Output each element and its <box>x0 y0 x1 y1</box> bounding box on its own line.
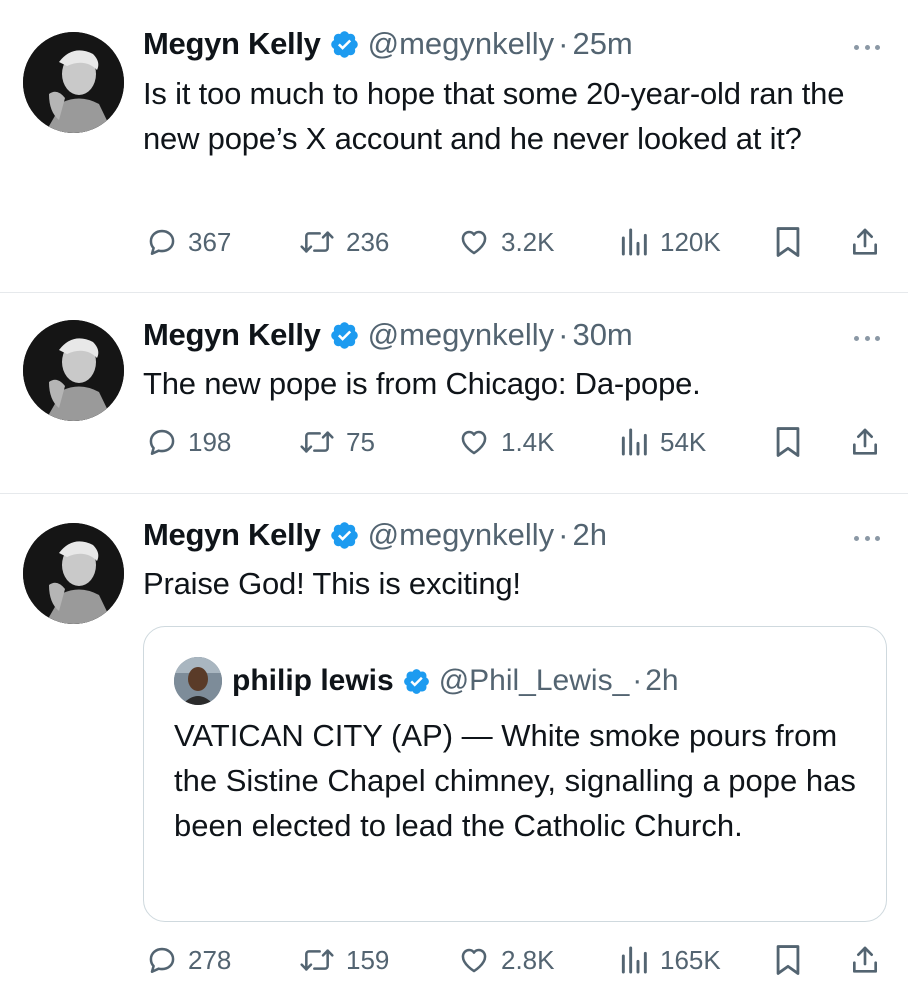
separator-dot: · <box>558 517 569 552</box>
share-icon <box>853 428 877 455</box>
bookmark-button[interactable] <box>773 425 803 459</box>
quoted-author-avatar[interactable] <box>174 657 222 705</box>
separator-dot: · <box>558 26 569 61</box>
tweet-header: Megyn Kelly @megynkelly · 30m <box>143 317 848 353</box>
author-handle[interactable]: @megynkelly <box>368 317 555 353</box>
quoted-author-handle[interactable]: @Phil_Lewis_ <box>439 664 630 698</box>
repost-icon <box>300 431 334 453</box>
avatar[interactable] <box>23 32 124 133</box>
share-icon <box>853 228 877 255</box>
views-count: 120K <box>660 226 721 257</box>
quoted-tweet[interactable]: philip lewis @Phil_Lewis_ · 2h VATICAN C… <box>143 626 887 922</box>
reply-count: 198 <box>188 426 232 457</box>
share-button[interactable] <box>849 943 881 977</box>
tweet-header: Megyn Kelly @megynkelly · 25m <box>143 26 848 62</box>
like-icon <box>461 230 487 255</box>
tweet[interactable]: Megyn Kelly @megynkelly · 2h Praise God!… <box>0 493 908 1000</box>
quoted-tweet-header: philip lewis @Phil_Lewis_ · 2h <box>174 657 679 705</box>
timestamp[interactable]: 25m <box>572 26 632 62</box>
reply-button[interactable]: 367 <box>146 226 231 258</box>
reply-icon <box>149 229 175 256</box>
tweet-text: The new pope is from Chicago: Da-pope. <box>143 366 701 401</box>
repost-count: 236 <box>346 226 390 257</box>
like-button[interactable]: 1.4K <box>457 426 555 458</box>
more-icon[interactable] <box>854 334 880 342</box>
separator-dot: · <box>632 664 643 697</box>
repost-count: 159 <box>346 944 390 975</box>
repost-button[interactable]: 159 <box>298 944 389 976</box>
reply-icon <box>149 947 175 973</box>
like-count: 3.2K <box>501 226 555 257</box>
bookmark-icon <box>776 427 800 457</box>
tweet-header: Megyn Kelly @megynkelly · 2h <box>143 517 848 553</box>
reply-count: 278 <box>188 944 232 975</box>
quoted-tweet-text: VATICAN CITY (AP) — White smoke pours fr… <box>174 718 856 843</box>
verified-badge-icon <box>330 30 358 58</box>
tweet[interactable]: Megyn Kelly @megynkelly · 25m Is it too … <box>0 0 908 292</box>
avatar[interactable] <box>23 320 124 421</box>
quoted-author-name[interactable]: philip lewis <box>232 664 394 698</box>
action-bar: 198 75 1.4K 54K <box>143 422 884 462</box>
like-count: 1.4K <box>501 426 555 457</box>
share-button[interactable] <box>849 225 881 259</box>
tweet-text: Is it too much to hope that some 20-year… <box>143 76 845 156</box>
views-count: 165K <box>660 944 721 975</box>
share-icon <box>853 946 877 973</box>
timestamp[interactable]: 30m <box>572 317 632 353</box>
verified-badge-icon <box>330 521 358 549</box>
timestamp[interactable]: 2h <box>572 517 606 553</box>
more-icon[interactable] <box>854 534 880 542</box>
views-icon <box>621 946 647 974</box>
reply-button[interactable]: 278 <box>146 944 231 976</box>
verified-badge-icon <box>403 668 429 694</box>
bookmark-button[interactable] <box>773 943 803 977</box>
more-icon[interactable] <box>854 43 880 51</box>
bookmark-icon <box>776 227 800 257</box>
avatar[interactable] <box>23 523 124 624</box>
like-count: 2.8K <box>501 944 555 975</box>
like-button[interactable]: 2.8K <box>457 944 555 976</box>
timeline-feed: Megyn Kelly @megynkelly · 25m Is it too … <box>0 0 908 1000</box>
share-button[interactable] <box>849 425 881 459</box>
repost-button[interactable]: 236 <box>298 226 389 258</box>
quoted-timestamp[interactable]: 2h <box>645 664 678 698</box>
action-bar: 278 159 2.8K 165K <box>143 940 884 980</box>
repost-button[interactable]: 75 <box>298 426 375 458</box>
like-icon <box>461 948 487 973</box>
repost-icon <box>300 949 334 971</box>
author-name[interactable]: Megyn Kelly <box>143 26 321 62</box>
views-button[interactable]: 120K <box>618 226 721 258</box>
author-handle[interactable]: @megynkelly <box>368 26 555 62</box>
views-count: 54K <box>660 426 707 457</box>
like-icon <box>461 430 487 455</box>
tweet-text: Praise God! This is exciting! <box>143 566 521 601</box>
action-bar: 367 236 3.2K 120K <box>143 222 884 262</box>
views-button[interactable]: 54K <box>618 426 706 458</box>
like-button[interactable]: 3.2K <box>457 226 555 258</box>
repost-icon <box>300 231 334 253</box>
reply-button[interactable]: 198 <box>146 426 231 458</box>
tweet[interactable]: Megyn Kelly @megynkelly · 30m The new po… <box>0 292 908 493</box>
reply-count: 367 <box>188 226 232 257</box>
views-button[interactable]: 165K <box>618 944 721 976</box>
bookmark-button[interactable] <box>773 225 803 259</box>
views-icon <box>621 228 647 256</box>
bookmark-icon <box>776 945 800 975</box>
repost-count: 75 <box>346 426 375 457</box>
author-name[interactable]: Megyn Kelly <box>143 317 321 353</box>
author-handle[interactable]: @megynkelly <box>368 517 555 553</box>
views-icon <box>621 428 647 456</box>
separator-dot: · <box>558 317 569 352</box>
reply-icon <box>149 429 175 455</box>
author-name[interactable]: Megyn Kelly <box>143 517 321 553</box>
verified-badge-icon <box>330 321 358 349</box>
